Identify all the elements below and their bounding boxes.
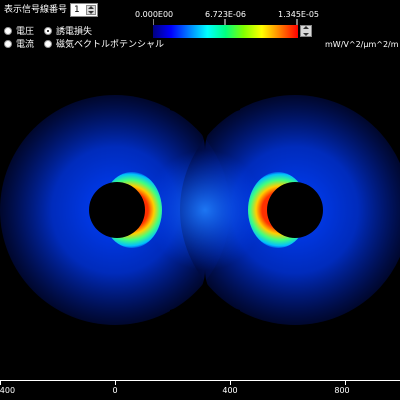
radio-current[interactable]: 電流 [4, 37, 34, 50]
radio-voltage[interactable]: 電圧 [4, 24, 34, 37]
radio-circle-icon[interactable] [44, 39, 52, 48]
x-axis-tick [230, 381, 231, 385]
spinner-icon[interactable] [86, 5, 96, 15]
radio-circle-icon[interactable] [44, 26, 52, 35]
right-conductor [267, 182, 323, 238]
radio-current-label: 電流 [16, 40, 35, 50]
colorbar-spinner-icon[interactable] [300, 25, 312, 37]
colorbar-mid-label: 6.723E-06 [205, 10, 247, 19]
radio-vector-potential[interactable]: 磁気ベクトルポテンシャル [44, 37, 164, 50]
x-axis-tick-label: 0 [112, 386, 118, 395]
radio-voltage-label: 電圧 [16, 27, 35, 37]
field-plot [0, 0, 400, 400]
radio-dielectric-loss[interactable]: 誘電損失 [44, 24, 92, 37]
radio-vector-potential-label: 磁気ベクトルポテンシャル [56, 40, 165, 50]
colorbar [153, 25, 298, 38]
radio-dielectric-loss-label: 誘電損失 [56, 27, 93, 37]
x-axis-tick [0, 381, 1, 385]
x-axis-tick-label: 400 [222, 386, 238, 395]
colorbar-units: mW/V^2/μm^2/m [325, 40, 399, 49]
signal-line-label: 表示信号線番号 [4, 5, 68, 15]
left-conductor [89, 182, 145, 238]
x-axis-tick [115, 381, 116, 385]
x-axis-tick [345, 381, 346, 385]
radio-circle-icon[interactable] [4, 39, 12, 48]
x-axis-tick-label: -400 [0, 386, 16, 395]
signal-line-stepper[interactable]: 1 [70, 3, 98, 17]
radio-circle-icon[interactable] [4, 26, 12, 35]
colorbar-min-label: 0.000E00 [135, 10, 174, 19]
x-axis-tick-label: 800 [334, 386, 350, 395]
colorbar-max-label: 1.345E-05 [278, 10, 320, 19]
signal-line-value: 1 [74, 5, 80, 15]
x-axis-line [0, 380, 400, 381]
